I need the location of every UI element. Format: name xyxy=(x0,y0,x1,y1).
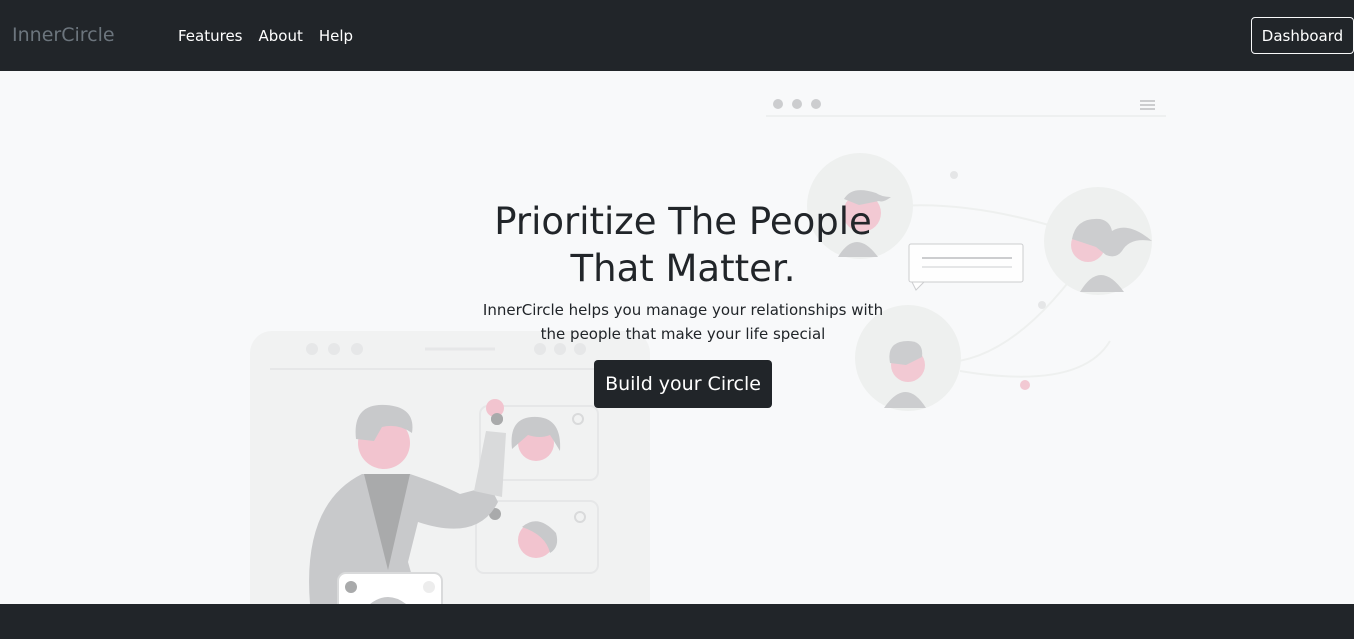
top-navbar: InnerCircle Features About Help Dashboar… xyxy=(0,0,1354,71)
nav-link-help[interactable]: Help xyxy=(319,27,353,45)
hero-section: Prioritize The People That Matter. Inner… xyxy=(0,71,1354,604)
page-footer xyxy=(0,604,1354,639)
dashboard-button[interactable]: Dashboard xyxy=(1251,17,1354,54)
hero-headline: Prioritize The People That Matter. xyxy=(494,200,872,290)
build-circle-button[interactable]: Build your Circle xyxy=(594,360,772,408)
nav-link-features[interactable]: Features xyxy=(178,27,243,45)
nav-links: Features About Help xyxy=(178,27,353,45)
brand-logo-link[interactable]: InnerCircle xyxy=(12,24,115,46)
hero-description: InnerCircle helps you manage your relati… xyxy=(482,301,884,343)
nav-link-about[interactable]: About xyxy=(259,27,303,45)
hero-content: Prioritize The People That Matter. Inner… xyxy=(457,198,909,408)
